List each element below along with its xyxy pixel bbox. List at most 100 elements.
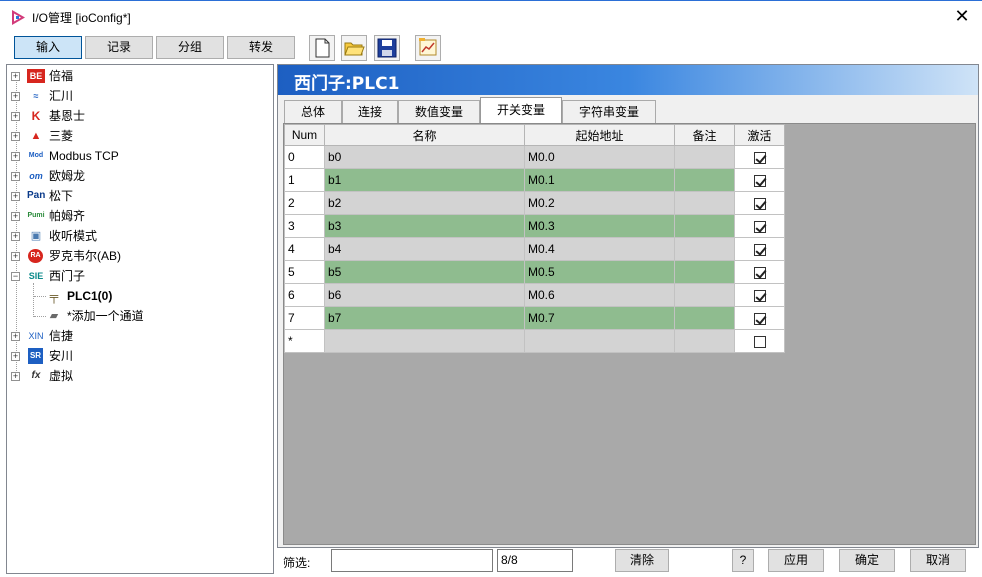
tree-item-modbus[interactable]: + Mod Modbus TCP: [11, 147, 261, 165]
address-cell[interactable]: [524, 329, 675, 353]
tab-connection[interactable]: 连接: [342, 100, 398, 123]
expand-icon[interactable]: +: [11, 172, 20, 181]
note-cell[interactable]: [674, 283, 735, 307]
col-active[interactable]: 激活: [734, 124, 785, 146]
tab-string-vars[interactable]: 字符串变量: [562, 100, 656, 123]
new-file-icon[interactable]: [309, 35, 335, 61]
table-row[interactable]: 3 b3 M0.3: [284, 214, 785, 238]
clear-button[interactable]: 清除: [615, 549, 669, 572]
expand-icon[interactable]: +: [11, 112, 20, 121]
tab-forward[interactable]: 转发: [227, 36, 295, 59]
tree-item-add-channel[interactable]: ▰ *添加一个通道: [45, 307, 245, 325]
help-button[interactable]: ?: [732, 549, 754, 572]
name-cell[interactable]: b6: [324, 283, 525, 307]
active-checkbox[interactable]: [753, 266, 766, 279]
tab-group[interactable]: 分组: [156, 36, 224, 59]
filter-input[interactable]: [331, 549, 493, 572]
tab-general[interactable]: 总体: [284, 100, 342, 123]
tree-item-beckhoff[interactable]: + BE 倍福: [11, 67, 261, 85]
address-cell[interactable]: M0.5: [524, 260, 675, 284]
tree-item-listen-mode[interactable]: + ▣ 收听模式: [11, 227, 261, 245]
expand-icon[interactable]: +: [11, 92, 20, 101]
active-cell[interactable]: [734, 237, 785, 261]
active-cell[interactable]: [734, 283, 785, 307]
expand-icon[interactable]: +: [11, 132, 20, 141]
chart-icon[interactable]: [415, 35, 441, 61]
note-cell[interactable]: [674, 168, 735, 192]
apply-button[interactable]: 应用: [768, 549, 824, 572]
note-cell[interactable]: [674, 260, 735, 284]
address-cell[interactable]: M0.0: [524, 145, 675, 169]
expand-icon[interactable]: +: [11, 232, 20, 241]
tree-item-plc1[interactable]: ╤ PLC1(0): [45, 287, 245, 305]
expand-icon[interactable]: +: [11, 332, 20, 341]
tab-numeric-vars[interactable]: 数值变量: [398, 100, 480, 123]
note-cell[interactable]: [674, 145, 735, 169]
name-cell[interactable]: b1: [324, 168, 525, 192]
new-row[interactable]: *: [284, 329, 785, 353]
tree-item-xinje[interactable]: + XIN 信捷: [11, 327, 261, 345]
active-cell[interactable]: [734, 306, 785, 330]
address-cell[interactable]: M0.6: [524, 283, 675, 307]
tree-item-mitsubishi[interactable]: + ▲ 三菱: [11, 127, 261, 145]
ok-button[interactable]: 确定: [839, 549, 895, 572]
expand-icon[interactable]: +: [11, 252, 20, 261]
col-address[interactable]: 起始地址: [524, 124, 675, 146]
col-num[interactable]: Num: [284, 124, 325, 146]
active-cell[interactable]: [734, 214, 785, 238]
active-checkbox[interactable]: [753, 174, 766, 187]
tree-item-inovance[interactable]: + ≈ 汇川: [11, 87, 261, 105]
active-checkbox[interactable]: [753, 289, 766, 302]
table-row[interactable]: 0 b0 M0.0: [284, 145, 785, 169]
name-cell[interactable]: b5: [324, 260, 525, 284]
cancel-button[interactable]: 取消: [910, 549, 966, 572]
note-cell[interactable]: [674, 191, 735, 215]
col-note[interactable]: 备注: [674, 124, 735, 146]
open-folder-icon[interactable]: [341, 35, 367, 61]
address-cell[interactable]: M0.1: [524, 168, 675, 192]
tab-input[interactable]: 输入: [14, 36, 82, 59]
active-cell[interactable]: [734, 260, 785, 284]
col-name[interactable]: 名称: [324, 124, 525, 146]
note-cell[interactable]: [674, 306, 735, 330]
name-cell[interactable]: b3: [324, 214, 525, 238]
table-row[interactable]: 5 b5 M0.5: [284, 260, 785, 284]
tree-item-omron[interactable]: + om 欧姆龙: [11, 167, 261, 185]
note-cell[interactable]: [674, 329, 735, 353]
address-cell[interactable]: M0.7: [524, 306, 675, 330]
address-cell[interactable]: M0.2: [524, 191, 675, 215]
expand-icon[interactable]: +: [11, 372, 20, 381]
tree-item-keyence[interactable]: + K 基恩士: [11, 107, 261, 125]
expand-icon[interactable]: +: [11, 72, 20, 81]
collapse-icon[interactable]: −: [11, 272, 20, 281]
address-cell[interactable]: M0.3: [524, 214, 675, 238]
address-cell[interactable]: M0.4: [524, 237, 675, 261]
tree-item-pumi[interactable]: + Pumi 帕姆齐: [11, 207, 261, 225]
name-cell[interactable]: [324, 329, 525, 353]
expand-icon[interactable]: +: [11, 352, 20, 361]
table-row[interactable]: 1 b1 M0.1: [284, 168, 785, 192]
active-checkbox[interactable]: [753, 220, 766, 233]
tree-item-virtual[interactable]: + fx 虚拟: [11, 367, 261, 385]
tree-item-rockwell[interactable]: + RA 罗克韦尔(AB): [11, 247, 261, 265]
note-cell[interactable]: [674, 237, 735, 261]
tree-item-panasonic[interactable]: + Pan 松下: [11, 187, 261, 205]
active-cell[interactable]: [734, 168, 785, 192]
active-cell[interactable]: [734, 145, 785, 169]
expand-icon[interactable]: +: [11, 212, 20, 221]
active-checkbox[interactable]: [753, 312, 766, 325]
active-checkbox[interactable]: [753, 151, 766, 164]
active-checkbox[interactable]: [753, 243, 766, 256]
table-row[interactable]: 7 b7 M0.7: [284, 306, 785, 330]
expand-icon[interactable]: +: [11, 152, 20, 161]
name-cell[interactable]: b4: [324, 237, 525, 261]
table-row[interactable]: 2 b2 M0.2: [284, 191, 785, 215]
save-icon[interactable]: [374, 35, 400, 61]
active-checkbox[interactable]: [753, 197, 766, 210]
expand-icon[interactable]: +: [11, 192, 20, 201]
name-cell[interactable]: b7: [324, 306, 525, 330]
name-cell[interactable]: b0: [324, 145, 525, 169]
note-cell[interactable]: [674, 214, 735, 238]
active-cell[interactable]: [734, 191, 785, 215]
tree-item-siemens[interactable]: − SIE 西门子: [11, 267, 261, 285]
